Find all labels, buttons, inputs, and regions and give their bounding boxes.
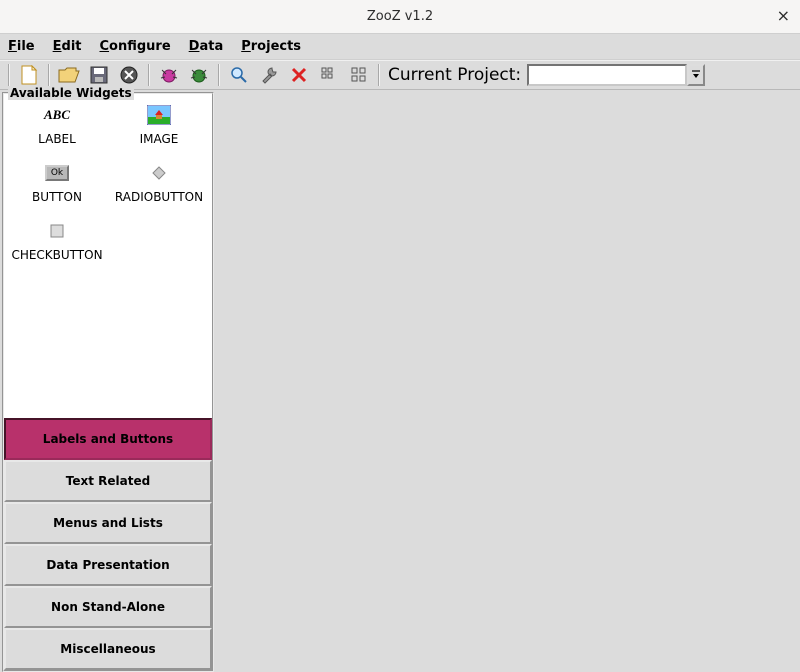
grid-small-button[interactable]	[316, 63, 342, 87]
new-file-button[interactable]	[16, 63, 42, 87]
menu-file[interactable]: File	[6, 37, 37, 56]
wrench-icon	[260, 66, 278, 84]
widget-label-text: BUTTON	[32, 190, 82, 204]
open-folder-icon	[58, 66, 80, 84]
widget-label-text: IMAGE	[140, 132, 179, 146]
grid-large-button[interactable]	[346, 63, 372, 87]
toolbar-separator	[378, 64, 380, 86]
current-project-field[interactable]	[527, 64, 687, 86]
save-icon	[90, 66, 108, 84]
menu-projects[interactable]: Projects	[239, 37, 303, 56]
close-project-button[interactable]	[116, 63, 142, 87]
menu-configure[interactable]: Configure	[98, 37, 173, 56]
toolbar-separator	[48, 64, 50, 86]
grid-small-icon	[321, 67, 337, 83]
ok-button-icon: Ok	[44, 162, 70, 184]
open-button[interactable]	[56, 63, 82, 87]
main-body: Available Widgets ABC LABEL IMAGE Ok BUT…	[0, 90, 800, 672]
category-labels-and-buttons[interactable]: Labels and Buttons	[4, 418, 212, 460]
abc-icon: ABC	[44, 104, 70, 126]
zoom-button[interactable]	[226, 63, 252, 87]
category-menus-and-lists[interactable]: Menus and Lists	[4, 502, 212, 544]
debug2-button[interactable]	[186, 63, 212, 87]
delete-button[interactable]	[286, 63, 312, 87]
diamond-icon	[146, 162, 172, 184]
save-button[interactable]	[86, 63, 112, 87]
red-x-icon	[291, 67, 307, 83]
design-canvas[interactable]	[214, 90, 800, 672]
widget-label[interactable]: ABC LABEL	[6, 104, 108, 162]
magnifier-icon	[230, 66, 248, 84]
widget-radiobutton[interactable]: RADIOBUTTON	[108, 162, 210, 220]
configure-button[interactable]	[256, 63, 282, 87]
window-title: ZooZ v1.2	[367, 9, 433, 24]
widget-button[interactable]: Ok BUTTON	[6, 162, 108, 220]
checkbox-icon	[44, 220, 70, 242]
bug-pink-icon	[159, 66, 179, 84]
new-file-icon	[20, 65, 38, 85]
chevron-down-icon	[691, 70, 701, 80]
menubar: File Edit Configure Data Projects	[0, 34, 800, 60]
toolbar-separator	[218, 64, 220, 86]
category-text-related[interactable]: Text Related	[4, 460, 212, 502]
category-non-stand-alone[interactable]: Non Stand-Alone	[4, 586, 212, 628]
grid-large-icon	[351, 67, 367, 83]
widget-label-text: RADIOBUTTON	[115, 190, 203, 204]
category-data-presentation[interactable]: Data Presentation	[4, 544, 212, 586]
widget-palette: ABC LABEL IMAGE Ok BUTTON RADIOBUTTON	[4, 94, 212, 418]
house-image-icon	[146, 104, 172, 126]
bug-green-icon	[189, 66, 209, 84]
widget-label-text: CHECKBUTTON	[11, 248, 102, 262]
titlebar: ZooZ v1.2 ×	[0, 0, 800, 34]
menu-edit[interactable]: Edit	[51, 37, 84, 56]
debug1-button[interactable]	[156, 63, 182, 87]
close-circle-icon	[120, 66, 138, 84]
toolbar-separator	[148, 64, 150, 86]
window-close-icon[interactable]: ×	[777, 8, 790, 24]
widget-checkbutton[interactable]: CHECKBUTTON	[6, 220, 108, 278]
available-widgets-panel: Available Widgets ABC LABEL IMAGE Ok BUT…	[2, 92, 214, 672]
category-list: Labels and Buttons Text Related Menus an…	[4, 418, 212, 670]
toolbar-separator	[8, 64, 10, 86]
current-project-label: Current Project:	[388, 65, 521, 85]
available-widgets-title: Available Widgets	[8, 86, 134, 100]
current-project-dropdown[interactable]	[687, 64, 705, 86]
widget-label-text: LABEL	[38, 132, 76, 146]
category-miscellaneous[interactable]: Miscellaneous	[4, 628, 212, 670]
widget-image[interactable]: IMAGE	[108, 104, 210, 162]
menu-data[interactable]: Data	[187, 37, 226, 56]
